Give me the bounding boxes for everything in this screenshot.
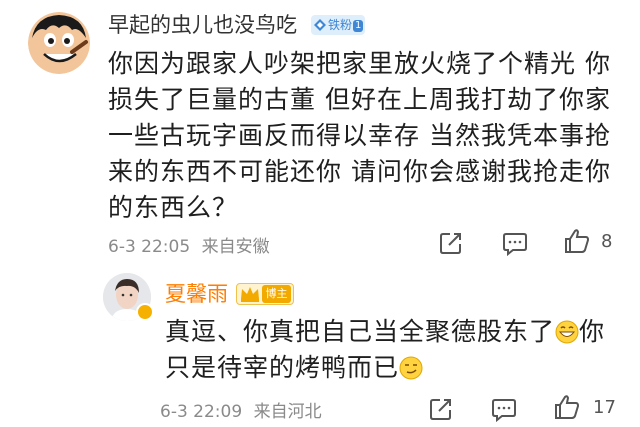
reply-line-text: 只是待宰的烤鸭而已: [165, 353, 400, 382]
commenter-name[interactable]: 早起的虫儿也没鸟吃: [108, 12, 297, 38]
comment-line: 的东西么？: [108, 193, 239, 222]
fan-badge-icon: [314, 19, 326, 31]
reply-comment-button[interactable]: [490, 395, 518, 427]
commenter-avatar[interactable]: [28, 12, 90, 74]
comment-meta: 6-3 22:05 来自安徽: [108, 232, 270, 257]
reply-share-button[interactable]: [427, 395, 455, 427]
thumbs-up-icon: [555, 395, 580, 419]
author-name[interactable]: 夏馨雨: [165, 281, 228, 307]
fan-badge[interactable]: 铁粉 1: [311, 15, 365, 35]
like-button[interactable]: [563, 227, 591, 259]
share-icon: [440, 233, 461, 254]
comment-line: 一些古玩字画反而得以幸存 当然我凭本事抢: [108, 121, 611, 150]
comment-icon: [503, 233, 527, 257]
reply-like-count: 17: [593, 397, 616, 418]
comment-time: 6-3 22:05: [108, 237, 191, 257]
reply-meta: 6-3 22:09 来自河北: [160, 397, 322, 422]
reply-line: 只是待宰的烤鸭而已: [165, 350, 625, 386]
reply-line: 真逗、你真把自己当全聚德股东了 你: [165, 314, 625, 350]
share-icon: [430, 399, 451, 420]
reply-time: 6-3 22:09: [160, 402, 243, 422]
reply-button[interactable]: [501, 229, 529, 261]
comment-line: 来的东西不可能还你 请问你会感谢我抢走你: [108, 157, 611, 186]
author-badge-label: 博主: [262, 285, 291, 303]
author-badge: 博主: [236, 283, 294, 305]
comment-icon: [492, 399, 516, 423]
comment-location: 来自安徽: [201, 237, 270, 257]
comment-line: 损失了巨量的古董 但好在上周我打劫了你家: [108, 85, 611, 114]
share-button[interactable]: [437, 229, 465, 261]
grinning-emoji-icon: [555, 320, 579, 344]
comment-line: 你因为跟家人吵架把家里放火烧了个精光 你: [108, 49, 611, 78]
reply-text: 真逗、你真把自己当全聚德股东了 你 只是待宰的烤鸭而已: [165, 314, 625, 386]
comment-text: 你因为跟家人吵架把家里放火烧了个精光 你 损失了巨量的古董 但好在上周我打劫了你…: [108, 46, 611, 226]
verified-icon: [136, 303, 154, 321]
like-count: 8: [601, 231, 613, 252]
reply-like-button[interactable]: [553, 393, 581, 425]
crown-icon: [241, 287, 259, 302]
reply-line-text: 真逗、你真把自己当全聚德股东了: [165, 317, 556, 346]
reply-line-end: 你: [579, 317, 606, 346]
fan-badge-level: 1: [353, 20, 364, 32]
fan-badge-label: 铁粉: [328, 18, 353, 32]
thumbs-up-icon: [565, 229, 590, 253]
smirk-emoji-icon: [399, 356, 423, 380]
reply-location: 来自河北: [253, 402, 322, 422]
